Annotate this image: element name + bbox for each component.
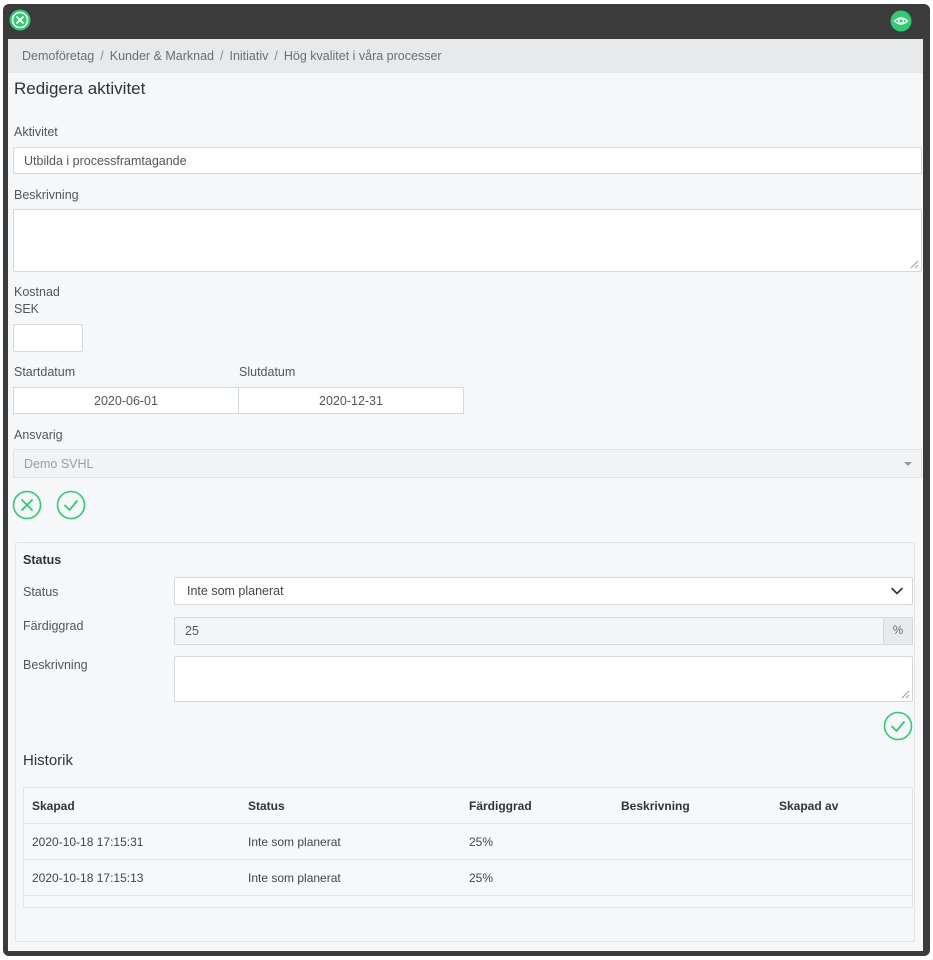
resize-grip-icon[interactable]	[910, 260, 919, 269]
activity-input[interactable]: Utbilda i processframtagande	[13, 147, 922, 174]
start-date-input[interactable]: 2020-06-01	[13, 387, 239, 414]
breadcrumb-item-initiative[interactable]: Hög kvalitet i våra processer	[284, 49, 442, 63]
completion-label: Färdiggrad	[23, 619, 84, 633]
status-select[interactable]: Inte som planerat	[174, 577, 913, 605]
status-panel: Status Status Inte som planerat Färdiggr…	[15, 542, 915, 942]
status-panel-title: Status	[23, 553, 62, 567]
chevron-down-icon	[891, 587, 903, 595]
eye-icon[interactable]	[890, 10, 912, 32]
resize-grip-icon[interactable]	[901, 690, 910, 699]
save-button[interactable]	[56, 490, 86, 520]
cell-created: 2020-10-18 17:15:13	[32, 871, 144, 885]
responsible-label: Ansvarig	[14, 428, 63, 442]
history-table: Skapad Status Färdiggrad Beskrivning Ska…	[23, 787, 913, 908]
breadcrumb-item-company[interactable]: Demoföretag	[22, 49, 94, 63]
description-textarea[interactable]	[13, 209, 922, 272]
column-header-created: Skapad	[32, 799, 75, 813]
breadcrumb-item-section[interactable]: Initiativ	[229, 49, 268, 63]
table-row: 2020-10-18 17:15:31 Inte som planerat 25…	[24, 824, 912, 860]
description-label: Beskrivning	[14, 188, 79, 202]
status-description-label: Beskrivning	[23, 658, 88, 672]
column-header-completion: Färdiggrad	[469, 799, 532, 813]
cost-label: Kostnad	[14, 285, 60, 299]
column-header-status: Status	[248, 799, 285, 813]
page-title: Redigera aktivitet	[14, 79, 146, 98]
cell-status: Inte som planerat	[248, 835, 341, 849]
cell-status: Inte som planerat	[248, 871, 341, 885]
end-date-input[interactable]: 2020-12-31	[238, 387, 464, 414]
breadcrumb-item-area[interactable]: Kunder & Marknad	[110, 49, 214, 63]
responsible-select[interactable]: Demo SVHL	[13, 449, 922, 478]
status-description-textarea[interactable]	[174, 656, 913, 702]
activity-label: Aktivitet	[14, 125, 58, 139]
cell-created: 2020-10-18 17:15:31	[32, 835, 144, 849]
completion-input[interactable]: 25	[174, 617, 884, 645]
breadcrumb: Demoföretag / Kunder & Marknad / Initiativ / H…	[8, 39, 923, 73]
start-date-label: Startdatum	[14, 365, 76, 379]
column-header-created-by: Skapad av	[779, 799, 839, 813]
end-date-label: Slutdatum	[239, 365, 296, 379]
cost-unit: SEK	[14, 302, 40, 316]
edit-activity-modal: Demoföretag / Kunder & Marknad / Initiativ / H…	[8, 39, 923, 951]
column-header-description: Beskrivning	[621, 799, 690, 813]
percent-addon: %	[884, 617, 913, 645]
table-row: 2020-10-18 17:15:13 Inte som planerat 25…	[24, 860, 912, 896]
caret-down-icon	[904, 462, 912, 466]
close-icon[interactable]	[9, 9, 31, 31]
history-title: Historik	[23, 752, 74, 769]
cost-input[interactable]	[13, 324, 83, 352]
status-label: Status	[23, 585, 59, 599]
cell-completion: 25%	[469, 871, 494, 885]
activity-input-value: Utbilda i processframtagande	[24, 153, 187, 168]
cell-completion: 25%	[469, 835, 494, 849]
save-status-button[interactable]	[883, 711, 913, 741]
history-header-row: Skapad Status Färdiggrad Beskrivning Ska…	[24, 788, 912, 824]
cancel-button[interactable]	[12, 490, 42, 520]
